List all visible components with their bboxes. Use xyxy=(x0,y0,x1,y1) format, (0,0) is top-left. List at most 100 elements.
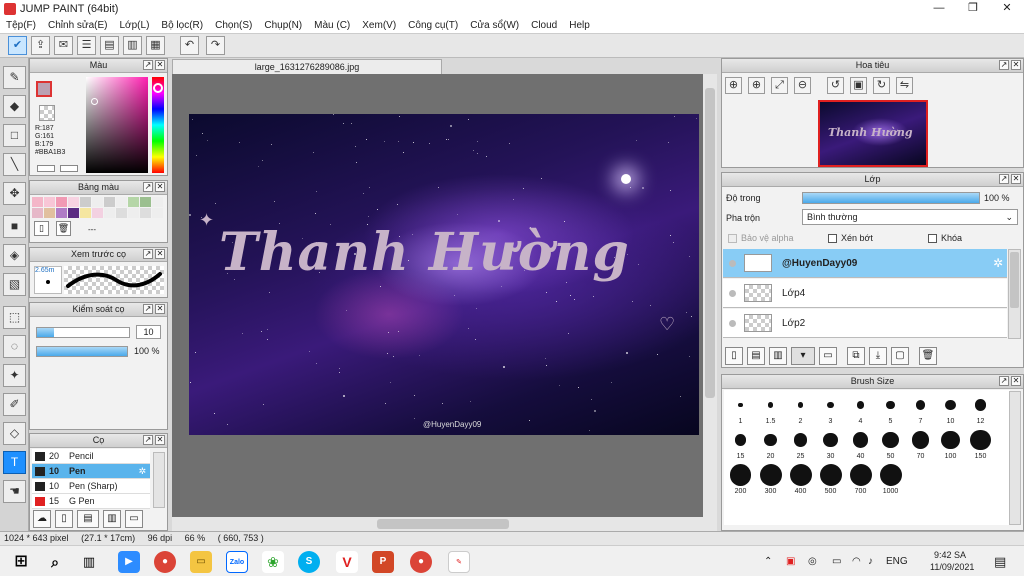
undock-icon[interactable]: ↗ xyxy=(143,182,153,192)
clock[interactable]: 9:42 SA 11/09/2021 xyxy=(930,549,974,573)
rectangle-tool-icon[interactable]: □ xyxy=(3,124,26,147)
transparent-swatch[interactable] xyxy=(39,105,55,121)
brush-list-scrollbar[interactable] xyxy=(153,452,165,508)
layer-item-huyendayy09[interactable]: @HuyenDayy09 ✲ xyxy=(723,249,1007,278)
layer-menu-icon[interactable]: ▾ xyxy=(791,347,815,365)
fit-screen-icon[interactable]: ⤢ xyxy=(771,77,788,94)
tray-vegas-icon[interactable]: ▣ xyxy=(786,546,795,576)
clear-layer-icon[interactable]: ▢ xyxy=(891,347,909,365)
lock-checkbox[interactable] xyxy=(928,233,937,243)
trash-icon[interactable]: 🗑 xyxy=(56,221,71,236)
protect-alpha-option[interactable]: Bảo vệ alpha xyxy=(728,233,794,243)
undock-icon[interactable]: ↗ xyxy=(143,304,153,314)
move-tool-icon[interactable]: ✥ xyxy=(3,182,26,205)
new-layer-icon[interactable]: ▯ xyxy=(725,347,743,365)
new-raster-layer-icon[interactable]: ▤ xyxy=(747,347,765,365)
brush-size-option[interactable]: 1.5 xyxy=(756,392,785,425)
file-explorer-icon[interactable]: ▭ xyxy=(190,551,212,573)
redo-icon[interactable]: ↷ xyxy=(206,36,225,55)
comment-icon[interactable]: ✉ xyxy=(54,36,73,55)
visibility-toggle[interactable] xyxy=(729,289,736,297)
close-icon[interactable]: ✕ xyxy=(155,182,165,192)
brush-size-option[interactable]: 150 xyxy=(966,427,995,460)
brush-item-pencil[interactable]: 20 Pencil xyxy=(32,449,150,464)
zoom-in-icon[interactable]: ⊕ xyxy=(748,77,765,94)
brush-size-option[interactable]: 300 xyxy=(756,462,785,495)
lock-option[interactable]: Khóa xyxy=(928,233,962,243)
close-icon[interactable]: ✕ xyxy=(155,304,165,314)
gear-icon[interactable]: ✲ xyxy=(993,256,1003,270)
close-icon[interactable]: ✕ xyxy=(1011,60,1021,70)
select-eraser-tool-icon[interactable]: ◇ xyxy=(3,422,26,445)
chrome-icon-2[interactable]: ● xyxy=(410,551,432,573)
protect-alpha-checkbox[interactable] xyxy=(728,233,737,243)
primary-color-swatch[interactable] xyxy=(36,81,52,97)
menu-help[interactable]: Help xyxy=(563,20,596,31)
jump-paint-taskbar-icon[interactable]: ✎ xyxy=(448,551,470,573)
close-icon[interactable]: ✕ xyxy=(155,249,165,259)
vegas-icon[interactable]: V xyxy=(336,551,358,573)
app-leaf-icon[interactable]: ❀ xyxy=(262,551,284,573)
menu-filter[interactable]: Bộ lọc(R) xyxy=(155,20,209,31)
menu-color[interactable]: Màu (C) xyxy=(308,20,356,31)
windows-start-icon[interactable]: ⊞ xyxy=(10,551,32,573)
skype-icon[interactable]: S xyxy=(298,551,320,573)
eraser-tool-icon[interactable]: ◆ xyxy=(3,95,26,118)
line-tool-icon[interactable]: ╲ xyxy=(3,153,26,176)
check-icon[interactable]: ✔ xyxy=(8,36,27,55)
brush-size-option[interactable]: 2 xyxy=(786,392,815,425)
zoom-out-icon[interactable]: ⊖ xyxy=(794,77,811,94)
language-indicator[interactable]: ENG xyxy=(886,546,908,576)
brush-size-field[interactable]: 10 xyxy=(136,325,161,339)
artwork-canvas[interactable]: ✦ Thanh Hường ♡ @HuyenDayy09 xyxy=(189,114,699,435)
close-icon[interactable]: ✕ xyxy=(155,435,165,445)
menu-file[interactable]: Tệp(F) xyxy=(0,20,42,31)
trash-icon[interactable]: 🗑 xyxy=(919,347,937,365)
select-pen-tool-icon[interactable]: ✐ xyxy=(3,393,26,416)
undo-icon[interactable]: ↶ xyxy=(180,36,199,55)
message-icon[interactable]: ☰ xyxy=(77,36,96,55)
color-mode-button-2[interactable] xyxy=(60,165,78,172)
grid-icon[interactable]: ▦ xyxy=(146,36,165,55)
text-tool-icon[interactable]: T xyxy=(3,451,26,474)
canvas-vertical-scrollbar[interactable] xyxy=(703,74,717,517)
new-vector-layer-icon[interactable]: ▥ xyxy=(769,347,787,365)
brush-item-pen[interactable]: 10 Pen ✲ xyxy=(32,464,150,479)
brush-folder-icon[interactable]: ▭ xyxy=(125,510,143,528)
clip-checkbox[interactable] xyxy=(828,233,837,243)
brush-size-option[interactable]: 1 xyxy=(726,392,755,425)
brush-size-option[interactable]: 20 xyxy=(756,427,785,460)
brush-size-option[interactable]: 7 xyxy=(906,392,935,425)
undock-icon[interactable]: ↗ xyxy=(999,376,1009,386)
brush-size-option[interactable]: 12 xyxy=(966,392,995,425)
brush-size-option[interactable]: 10 xyxy=(936,392,965,425)
battery-icon[interactable]: ▭ xyxy=(832,546,841,576)
brush-size-option[interactable]: 40 xyxy=(846,427,875,460)
blend-mode-select[interactable]: Bình thường ⌄ xyxy=(802,209,1018,225)
undock-icon[interactable]: ↗ xyxy=(143,249,153,259)
menu-edit[interactable]: Chỉnh sửa(E) xyxy=(42,20,114,31)
undock-icon[interactable]: ↗ xyxy=(999,174,1009,184)
brush-size-option[interactable]: 400 xyxy=(786,462,815,495)
color-mode-button[interactable] xyxy=(37,165,55,172)
brush-size-option[interactable]: 30 xyxy=(816,427,845,460)
fill-rect-tool-icon[interactable]: ■ xyxy=(3,215,26,238)
brush-size-option[interactable]: 1000 xyxy=(876,462,905,495)
visibility-toggle[interactable] xyxy=(729,259,736,267)
layer-opacity-slider[interactable] xyxy=(802,192,980,204)
navigator-thumbnail[interactable]: Thanh Hường xyxy=(818,100,928,167)
gear-icon[interactable]: ✲ xyxy=(138,466,146,477)
gradient-tool-icon[interactable]: ▧ xyxy=(3,273,26,296)
undock-icon[interactable]: ↗ xyxy=(143,435,153,445)
brush-settings-icon[interactable]: ▥ xyxy=(103,510,121,528)
brush-size-option[interactable]: 15 xyxy=(726,427,755,460)
zalo-icon[interactable]: Zalo xyxy=(226,551,248,573)
brush-item-pen-sharp[interactable]: 10 Pen (Sharp) xyxy=(32,479,150,494)
folder-icon[interactable]: ▭ xyxy=(819,347,837,365)
hand-tool-icon[interactable]: ☚ xyxy=(3,480,26,503)
brush-size-scrollbar[interactable] xyxy=(1009,391,1021,525)
upload-icon[interactable]: ⇪ xyxy=(31,36,50,55)
menu-cloud[interactable]: Cloud xyxy=(525,20,563,31)
select-rect-tool-icon[interactable]: ⬚ xyxy=(3,306,26,329)
zoom-fit-icon[interactable]: ⊕ xyxy=(725,77,742,94)
